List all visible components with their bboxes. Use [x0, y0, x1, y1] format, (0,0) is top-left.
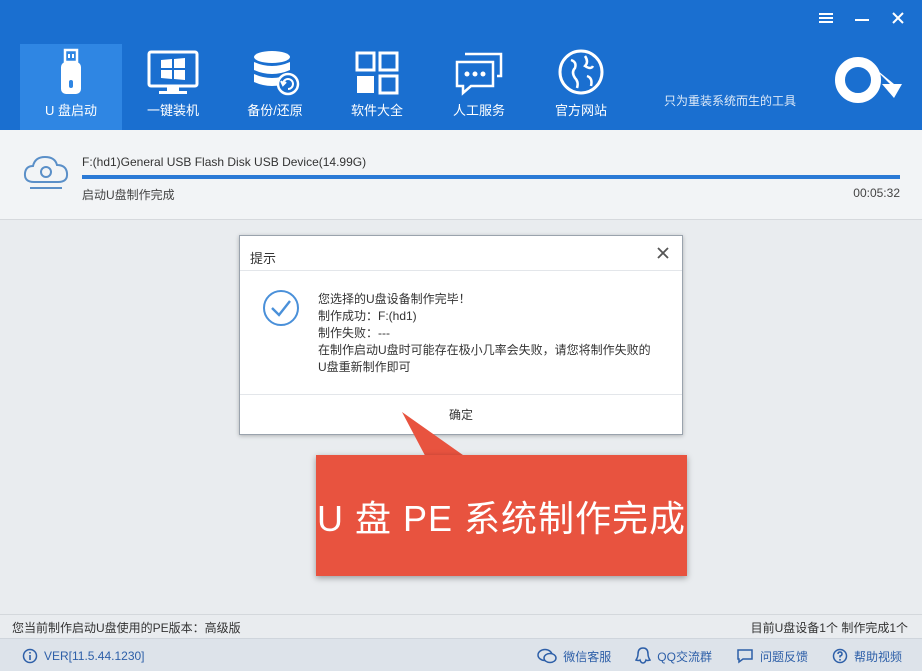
help-icon — [832, 648, 848, 664]
progress-panel: F:(hd1)General USB Flash Disk USB Device… — [0, 130, 922, 220]
elapsed-time: 00:05:32 — [853, 186, 900, 200]
menu-icon[interactable] — [816, 8, 836, 28]
footer-link-label: 微信客服 — [563, 649, 612, 664]
dialog-message: 您选择的U盘设备制作完毕！ 制作成功：F:(hd1) 制作失败：--- 在制作启… — [318, 291, 651, 376]
dialog-close-icon[interactable] — [654, 244, 672, 262]
info-icon — [22, 648, 38, 664]
globe-icon — [557, 44, 605, 96]
version-text: VER[11.5.44.1230] — [44, 649, 145, 663]
footer-link-label: QQ交流群 — [657, 649, 712, 664]
dialog-line: 在制作启动U盘时可能存在极小几率会失败，请您将制作失败的 — [318, 343, 651, 357]
wechat-service-link[interactable]: 微信客服 — [537, 647, 611, 665]
main-nav: U 盘启动 一键装机 备份/还原 软件大全 人工服务 官方网站 — [20, 44, 632, 130]
nav-item-software[interactable]: 软件大全 — [326, 44, 428, 130]
callout-text: U 盘 PE 系统制作完成 — [316, 497, 687, 539]
dialog-divider — [240, 270, 682, 271]
nav-item-manual-service[interactable]: 人工服务 — [428, 44, 530, 130]
version-info[interactable]: VER[11.5.44.1230] — [22, 648, 145, 664]
nav-item-official-site[interactable]: 官方网站 — [530, 44, 632, 130]
progress-bar — [82, 175, 900, 179]
minimize-icon[interactable] — [852, 8, 872, 28]
nav-item-one-click-install[interactable]: 一键装机 — [122, 44, 224, 130]
app-grid-icon — [354, 44, 400, 96]
usb-drive-icon — [56, 44, 86, 96]
footer-links: 微信客服 QQ交流群 问题反馈 帮助视频 — [537, 647, 902, 665]
dialog-line: 制作失败：--- — [318, 326, 390, 340]
dialog-title: 提示 — [250, 251, 277, 266]
close-icon[interactable] — [888, 8, 908, 28]
nav-item-usb-boot[interactable]: U 盘启动 — [20, 44, 122, 130]
header: U 盘启动 一键装机 备份/还原 软件大全 人工服务 官方网站 只为重装系统而生… — [0, 0, 922, 130]
nav-item-backup-restore[interactable]: 备份/还原 — [224, 44, 326, 130]
help-video-link[interactable]: 帮助视频 — [832, 647, 902, 665]
nav-label: 备份/还原 — [247, 103, 303, 118]
success-check-icon — [261, 288, 301, 331]
feedback-icon — [737, 649, 753, 664]
feedback-link[interactable]: 问题反馈 — [736, 647, 808, 665]
pe-version-text: 您当前制作启动U盘使用的PE版本：高级版 — [12, 621, 241, 635]
progress-bar-fill — [82, 175, 900, 179]
dialog-line: 您选择的U盘设备制作完毕！ — [318, 292, 471, 306]
footer: VER[11.5.44.1230] 微信客服 QQ交流群 问题反馈 帮助视频 — [0, 638, 922, 671]
device-name: F:(hd1)General USB Flash Disk USB Device… — [82, 155, 367, 169]
footer-link-label: 问题反馈 — [759, 649, 808, 664]
progress-status: 启动U盘制作完成 — [82, 188, 175, 202]
device-count-text: 目前U盘设备1个 制作完成1个 — [750, 621, 908, 635]
nav-label: U 盘启动 — [44, 103, 97, 118]
nav-label: 软件大全 — [350, 103, 403, 118]
status-bar: 您当前制作启动U盘使用的PE版本：高级版 目前U盘设备1个 制作完成1个 — [0, 614, 922, 638]
wechat-icon — [537, 648, 558, 664]
qq-group-link[interactable]: QQ交流群 — [635, 647, 712, 665]
nav-label: 人工服务 — [452, 103, 505, 118]
monitor-windows-icon — [147, 44, 199, 96]
cloud-usb-icon — [22, 152, 70, 195]
window-controls — [816, 8, 908, 28]
database-restore-icon — [250, 44, 300, 96]
prompt-dialog: 提示 您选择的U盘设备制作完毕！ 制作成功：F:(hd1) 制作失败：--- 在… — [239, 235, 683, 435]
dialog-line: U盘重新制作即可 — [318, 360, 411, 374]
footer-link-label: 帮助视频 — [853, 649, 902, 664]
qq-icon — [635, 647, 652, 664]
app-logo-icon — [832, 54, 906, 109]
chat-bubbles-icon — [453, 44, 505, 96]
dialog-line: 制作成功：F:(hd1) — [318, 309, 417, 323]
nav-label: 一键装机 — [146, 103, 199, 118]
brand-slogan: 只为重装系统而生的工具 — [664, 94, 797, 108]
nav-label: 官方网站 — [554, 103, 607, 118]
callout-banner: U 盘 PE 系统制作完成 — [316, 455, 687, 576]
